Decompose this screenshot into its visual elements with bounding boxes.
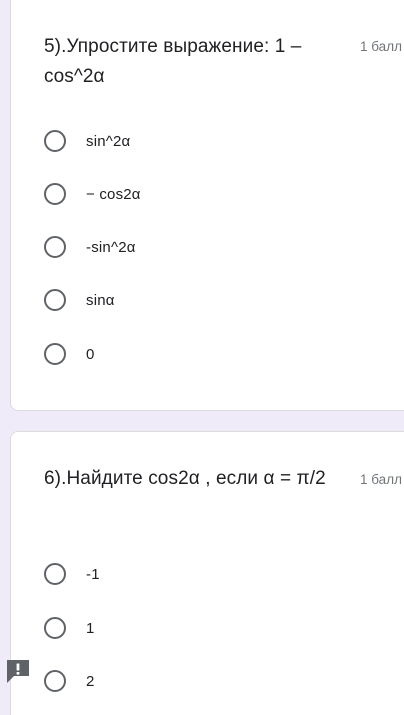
radio-button[interactable]	[44, 563, 66, 585]
answer-option[interactable]: -sin^2α	[44, 232, 136, 262]
option-label: 1	[86, 619, 95, 637]
option-label: 2	[86, 672, 95, 690]
answer-option[interactable]: − cos2α	[44, 179, 141, 209]
radio-button[interactable]	[44, 236, 66, 258]
answer-option[interactable]: sinα	[44, 285, 115, 315]
option-label: -sin^2α	[86, 238, 136, 256]
question-points: 1 балл	[360, 472, 402, 487]
radio-button[interactable]	[44, 183, 66, 205]
radio-button[interactable]	[44, 130, 66, 152]
form-page: 5).Упростите выражение: 1 – cos^2α 1 бал…	[0, 0, 404, 715]
answer-option[interactable]: 2	[44, 666, 95, 696]
report-problem-icon-glyph	[7, 660, 29, 683]
answer-option[interactable]: sin^2α	[44, 126, 130, 156]
answer-option[interactable]: 0	[44, 339, 95, 369]
option-label: sin^2α	[86, 132, 131, 150]
question-title: 6).Найдите cos2α , если α = π/2	[44, 468, 326, 489]
option-label: sinα	[86, 291, 115, 309]
question-card-6: 6).Найдите cos2α , если α = π/2 1 балл -…	[10, 431, 404, 715]
radio-button[interactable]	[44, 343, 66, 365]
answer-option[interactable]: 1	[44, 613, 95, 643]
radio-button[interactable]	[44, 289, 66, 311]
option-label: − cos2α	[86, 185, 141, 203]
report-problem-icon[interactable]	[4, 657, 32, 685]
question-card-5: 5).Упростите выражение: 1 – cos^2α 1 бал…	[10, 0, 404, 411]
radio-button[interactable]	[44, 670, 66, 692]
option-label: -1	[86, 565, 100, 583]
answer-option[interactable]: -1	[44, 559, 100, 589]
question-points: 1 балл	[360, 39, 402, 54]
question-title: 5).Упростите выражение: 1 – cos^2α	[44, 36, 302, 87]
option-label: 0	[86, 345, 95, 363]
radio-button[interactable]	[44, 617, 66, 639]
